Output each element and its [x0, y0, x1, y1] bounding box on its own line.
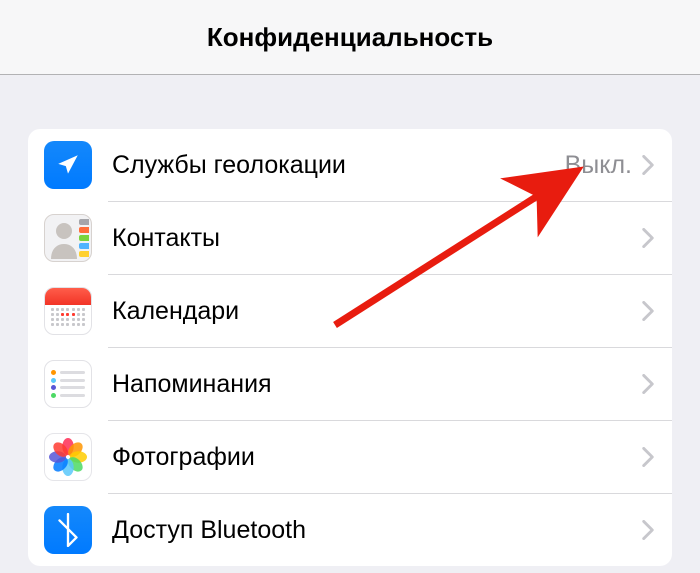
row-value: Выкл. [565, 151, 632, 180]
reminders-icon [44, 360, 92, 408]
row-location-services[interactable]: Службы геолокации Выкл. [28, 129, 672, 201]
chevron-right-icon [642, 447, 654, 467]
row-bluetooth-sharing[interactable]: Доступ Bluetooth [28, 494, 672, 566]
contacts-icon [44, 214, 92, 262]
page-title: Конфиденциальность [207, 22, 493, 53]
row-label: Контакты [112, 224, 642, 253]
chevron-right-icon [642, 520, 654, 540]
row-reminders[interactable]: Напоминания [28, 348, 672, 420]
bluetooth-icon [44, 506, 92, 554]
chevron-right-icon [642, 228, 654, 248]
calendar-icon [44, 287, 92, 335]
row-photos[interactable]: Фотографии [28, 421, 672, 493]
row-contacts[interactable]: Контакты [28, 202, 672, 274]
row-label: Фотографии [112, 443, 642, 472]
navigation-bar: Конфиденциальность [0, 0, 700, 75]
location-arrow-icon [44, 141, 92, 189]
row-label: Службы геолокации [112, 151, 565, 180]
settings-list: Службы геолокации Выкл. Контакты [28, 129, 672, 566]
row-label: Напоминания [112, 370, 642, 399]
chevron-right-icon [642, 301, 654, 321]
row-label: Календари [112, 297, 642, 326]
photos-icon [44, 433, 92, 481]
row-label: Доступ Bluetooth [112, 516, 642, 545]
content-area: Службы геолокации Выкл. Контакты [0, 75, 700, 566]
chevron-right-icon [642, 374, 654, 394]
chevron-right-icon [642, 155, 654, 175]
row-calendars[interactable]: Календари [28, 275, 672, 347]
